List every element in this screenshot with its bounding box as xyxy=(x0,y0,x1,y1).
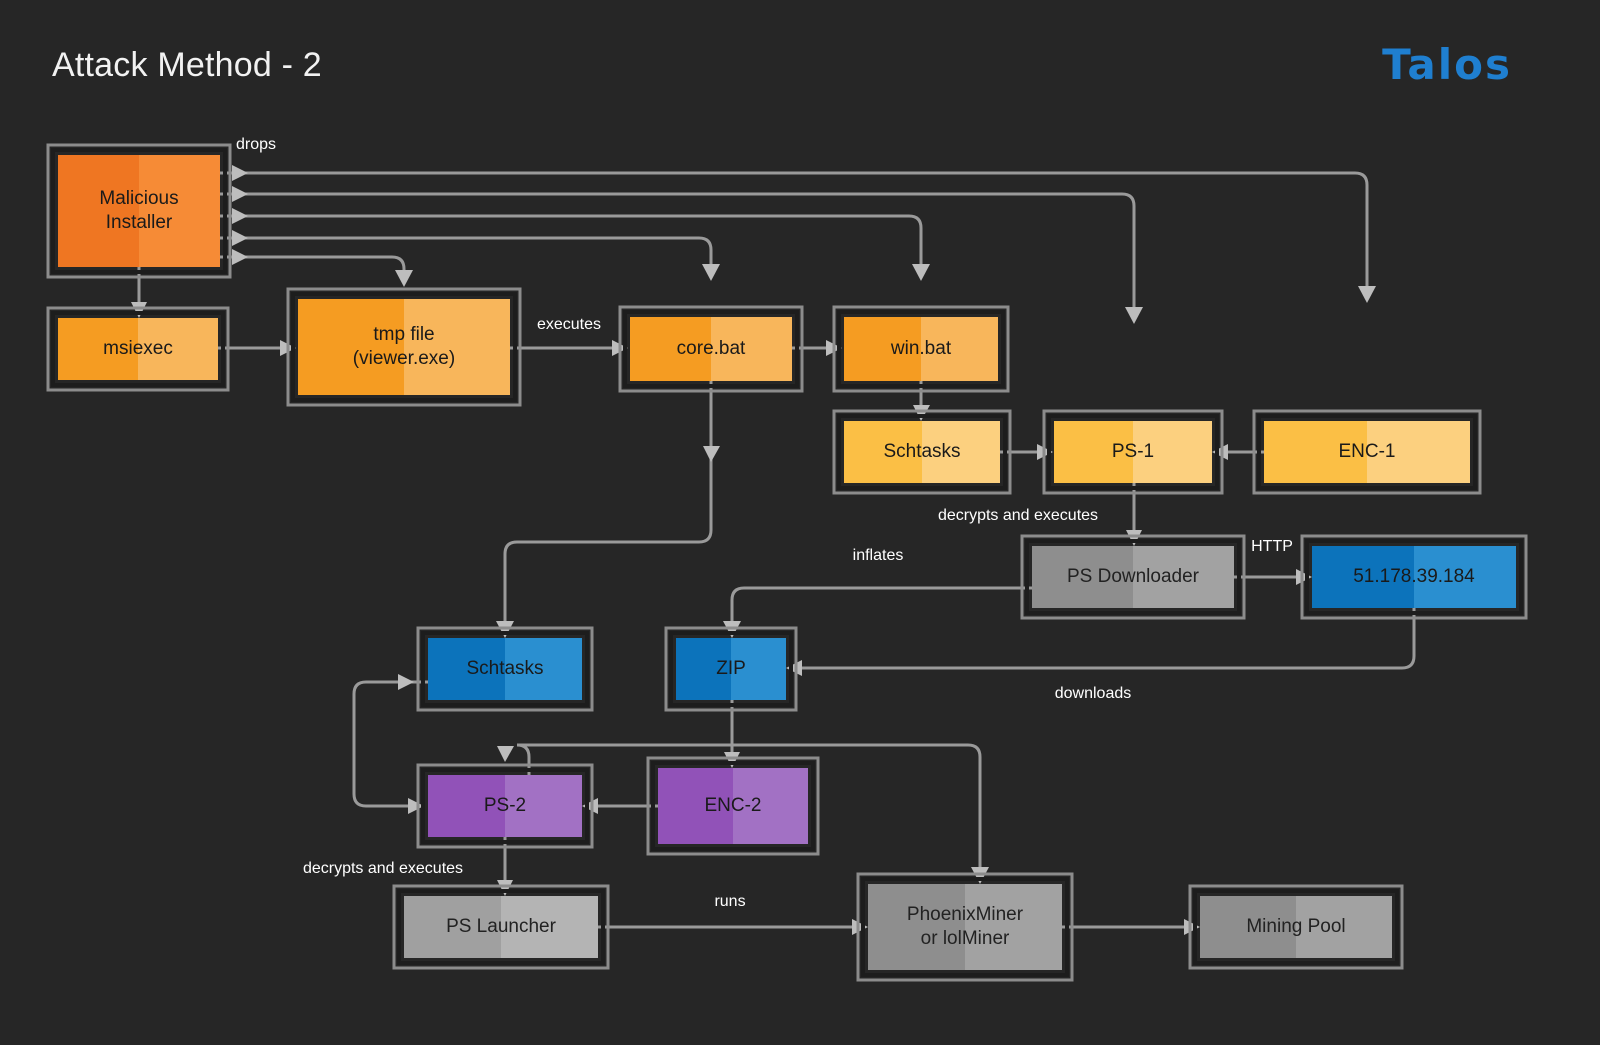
node-fill xyxy=(58,155,220,267)
edge-label-executes: executes xyxy=(537,316,601,333)
node-fill xyxy=(1200,896,1392,958)
node-psdown[interactable]: PS Downloader xyxy=(1020,534,1246,620)
edge-psdownloader-ip xyxy=(1234,569,1312,585)
node-fill xyxy=(868,884,1062,970)
node-enc2[interactable]: ENC-2 xyxy=(646,756,820,856)
node-schtasks2[interactable]: Schtasks xyxy=(416,626,594,712)
edge-installer-tmpfile xyxy=(220,249,413,287)
node-installer[interactable]: MaliciousInstaller xyxy=(46,143,232,279)
nodes-layer: MaliciousInstaller msiexec tmp file(viewer… xyxy=(46,143,1528,982)
node-fill xyxy=(1264,421,1470,483)
node-ip[interactable]: 51.178.39.184 xyxy=(1300,534,1528,620)
edge-installer-winbat xyxy=(220,208,930,281)
node-fill xyxy=(658,768,808,844)
node-fill xyxy=(630,317,792,381)
node-pslaunch[interactable]: PS Launcher xyxy=(392,884,610,970)
node-fill xyxy=(1054,421,1212,483)
edge-miner-pool xyxy=(1062,919,1200,935)
node-winbat[interactable]: win.bat xyxy=(832,305,1010,393)
node-fill xyxy=(58,318,218,380)
node-ps2[interactable]: PS-2 xyxy=(416,763,594,849)
node-tmpfile[interactable]: tmp file(viewer.exe) xyxy=(286,287,522,407)
edge-label-http: HTTP xyxy=(1251,538,1293,555)
edge-corebat-schtasks2 xyxy=(496,381,720,638)
node-enc1[interactable]: ENC-1 xyxy=(1252,409,1482,495)
node-fill xyxy=(1312,546,1516,608)
node-schtasks1[interactable]: Schtasks xyxy=(832,409,1012,495)
edge-label-downloads: downloads xyxy=(1055,685,1132,702)
node-fill xyxy=(1032,546,1234,608)
edge-label-decrypts-executes-top: decrypts and executes xyxy=(938,507,1098,524)
node-zip[interactable]: ZIP xyxy=(664,626,798,712)
edge-label-decrypts-executes-bot: decrypts and executes xyxy=(303,860,463,877)
node-pool[interactable]: Mining Pool xyxy=(1188,884,1404,970)
edge-label-runs: runs xyxy=(714,893,745,910)
edge-pslauncher-miner xyxy=(598,919,868,935)
node-corebat[interactable]: core.bat xyxy=(618,305,804,393)
edge-msiexec-tmpfile xyxy=(218,340,296,356)
node-fill xyxy=(428,775,582,837)
node-fill xyxy=(844,421,1000,483)
flowchart-svg: MaliciousInstaller msiexec tmp file(viewer… xyxy=(46,136,1528,982)
node-miner[interactable]: PhoenixMineror lolMiner xyxy=(856,872,1074,982)
node-ps1[interactable]: PS-1 xyxy=(1042,409,1224,495)
node-fill xyxy=(298,299,510,395)
edge-label-inflates: inflates xyxy=(853,547,904,564)
node-fill xyxy=(676,638,786,700)
node-fill xyxy=(428,638,582,700)
diagram-canvas: Attack Method - 2 Talos Malicious Instal… xyxy=(0,0,1600,1045)
node-fill xyxy=(844,317,998,381)
edge-inflates-zip xyxy=(723,586,1032,638)
edge-label-drops: drops xyxy=(236,136,276,153)
edge-installer-msiexec xyxy=(131,267,147,318)
edge-installer-enc1 xyxy=(220,165,1376,303)
node-fill xyxy=(404,896,598,958)
edge-enc1-ps1 xyxy=(1212,444,1264,460)
edge-tmpfile-corebat xyxy=(510,340,628,356)
node-msiexec[interactable]: msiexec xyxy=(46,306,230,392)
